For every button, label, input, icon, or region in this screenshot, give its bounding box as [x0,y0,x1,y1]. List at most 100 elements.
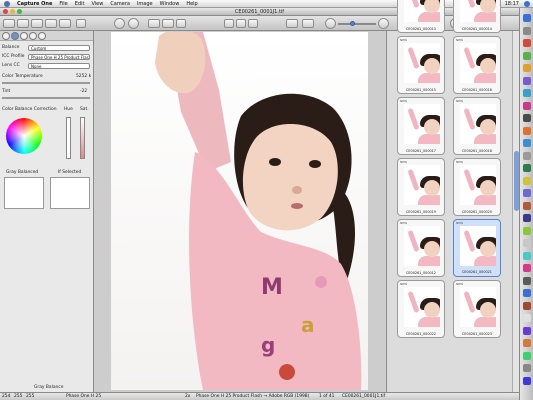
thumbnail[interactable]: NEW CE00261_000015 [397,36,445,94]
browser-scrollbar[interactable] [512,31,519,392]
zoom-fit-button[interactable] [286,19,298,28]
thumbnail[interactable]: NEW CE00261_000016 [453,36,501,94]
dock-app-icon[interactable] [523,114,531,122]
dock-app-icon[interactable] [523,301,531,310]
rotate-left-button[interactable] [114,18,125,29]
dock-app-icon[interactable] [523,326,531,335]
color-temperature-slider[interactable] [2,82,90,84]
thumbnail-image [460,165,496,205]
zoom-out-icon[interactable] [325,18,336,29]
thumbnail[interactable]: CE00261_000014 [453,0,501,33]
dock-app-icon[interactable] [523,376,531,385]
tab-capture[interactable] [2,32,10,40]
apple-icon[interactable] [4,0,10,7]
view-split-button[interactable] [236,19,246,28]
hue-label: Hue [64,107,73,112]
develop-tool-button[interactable] [59,19,71,28]
trash-icon[interactable] [176,19,186,28]
menu-image[interactable]: Image [137,1,153,7]
thumbnail-caption: CE00261_000014 [462,27,492,31]
dock-app-icon[interactable] [523,101,531,110]
rotate-right-button[interactable] [128,18,139,29]
dock-app-icon[interactable] [523,289,531,297]
dock-app-icon[interactable] [523,214,531,222]
thumbnail[interactable]: NEW CE00261_000020 [453,158,501,216]
balance-select[interactable]: Custom [28,45,90,51]
dock-app-icon[interactable] [523,339,531,347]
dock-app-icon[interactable] [523,39,531,47]
zoom-slider[interactable] [338,21,376,26]
thumbnail[interactable]: NEW CE00261_000012 [397,219,445,277]
tint-slider[interactable] [2,97,90,99]
gray-balance-swatch-left [4,177,44,209]
focus-tool-button[interactable] [45,19,57,28]
status-profile: Phase One H 25 Product Flash → Adobe RGB… [196,394,310,399]
menu-app[interactable]: Capture One [17,1,52,7]
thumbnail[interactable]: NEW CE00261_000017 [397,97,445,155]
thumbnail-body [474,73,496,83]
dock-app-icon[interactable] [523,176,531,185]
dock-app-icon[interactable] [523,201,531,210]
spotlight-icon[interactable] [524,1,530,7]
refresh-icon[interactable] [162,19,174,28]
zoom-100-button[interactable] [302,19,314,28]
image-viewer[interactable]: M a g [95,31,385,392]
dock-app-icon[interactable] [523,164,531,172]
menu-camera[interactable]: Camera [110,1,130,7]
dock-app-icon[interactable] [523,239,531,247]
thumbnail-caption: CE00261_000016 [462,88,492,92]
dock-app-icon[interactable] [523,64,531,72]
thumbnail[interactable]: NEW CE00261_000019 [397,158,445,216]
dock-app-icon[interactable] [523,189,531,197]
menu-window[interactable]: Window [160,1,180,7]
view-single-button[interactable] [224,19,234,28]
dock-app-icon[interactable] [523,251,531,260]
dock-app-icon[interactable] [523,26,531,35]
capture-tool-button[interactable] [3,19,15,28]
saturation-slider[interactable] [80,117,85,159]
status-file: CE00261_0001J1.tif [342,394,386,399]
menu-file[interactable]: File [59,1,67,7]
tab-color[interactable] [11,32,19,40]
tab-exposure[interactable] [20,32,28,40]
dock-app-icon[interactable] [523,51,531,60]
color-balance-wheel[interactable] [6,118,42,154]
icc-profile-label: ICC Profile [2,54,25,59]
thumbnail[interactable]: NEW CE00261_000021 [453,219,501,277]
menu-edit[interactable]: Edit [75,1,85,7]
dock-app-icon[interactable] [523,139,531,147]
dock-app-icon[interactable] [523,264,531,272]
zoom-in-icon[interactable] [378,18,389,29]
tab-develop[interactable] [38,32,46,40]
dock-app-icon[interactable] [523,364,531,372]
dock-app-icon[interactable] [523,226,531,235]
rotate-icon[interactable] [148,19,160,28]
dock-app-icon[interactable] [523,126,531,135]
thumbnail[interactable]: NEW CE00261_000022 [397,280,445,338]
hue-slider[interactable] [66,117,71,159]
color-tool-button[interactable] [17,19,29,28]
view-grid-button[interactable] [248,19,258,28]
batch-tool-button[interactable] [76,19,86,28]
icc-profile-select[interactable]: Phase One H 25 Product Flas [28,54,90,60]
dock-app-icon[interactable] [523,89,531,97]
dock-app-icon[interactable] [523,351,531,360]
lens-cc-select[interactable]: None [28,63,90,69]
dock-app-icon[interactable] [523,314,531,322]
thumbnail[interactable]: CE00261_000013 [397,0,445,33]
zoom-slider-knob[interactable] [350,21,355,26]
dock-app-icon[interactable] [523,14,531,22]
dock-app-icon[interactable] [523,76,531,85]
dock-app-icon[interactable] [523,151,531,160]
exposure-tool-button[interactable] [31,19,43,28]
menu-help[interactable]: Help [186,1,197,7]
menubar-clock: 18:17 [504,1,519,7]
thumbnail[interactable]: NEW CE00261_000023 [453,280,501,338]
thumbnail-arm [463,107,476,131]
thumbnail[interactable]: NEW CE00261_000018 [453,97,501,155]
dock-app-icon[interactable] [523,276,531,285]
thumbnail-image [460,43,496,83]
thumbnail-body [418,73,440,83]
menu-view[interactable]: View [91,1,103,7]
tab-focus[interactable] [29,32,37,40]
